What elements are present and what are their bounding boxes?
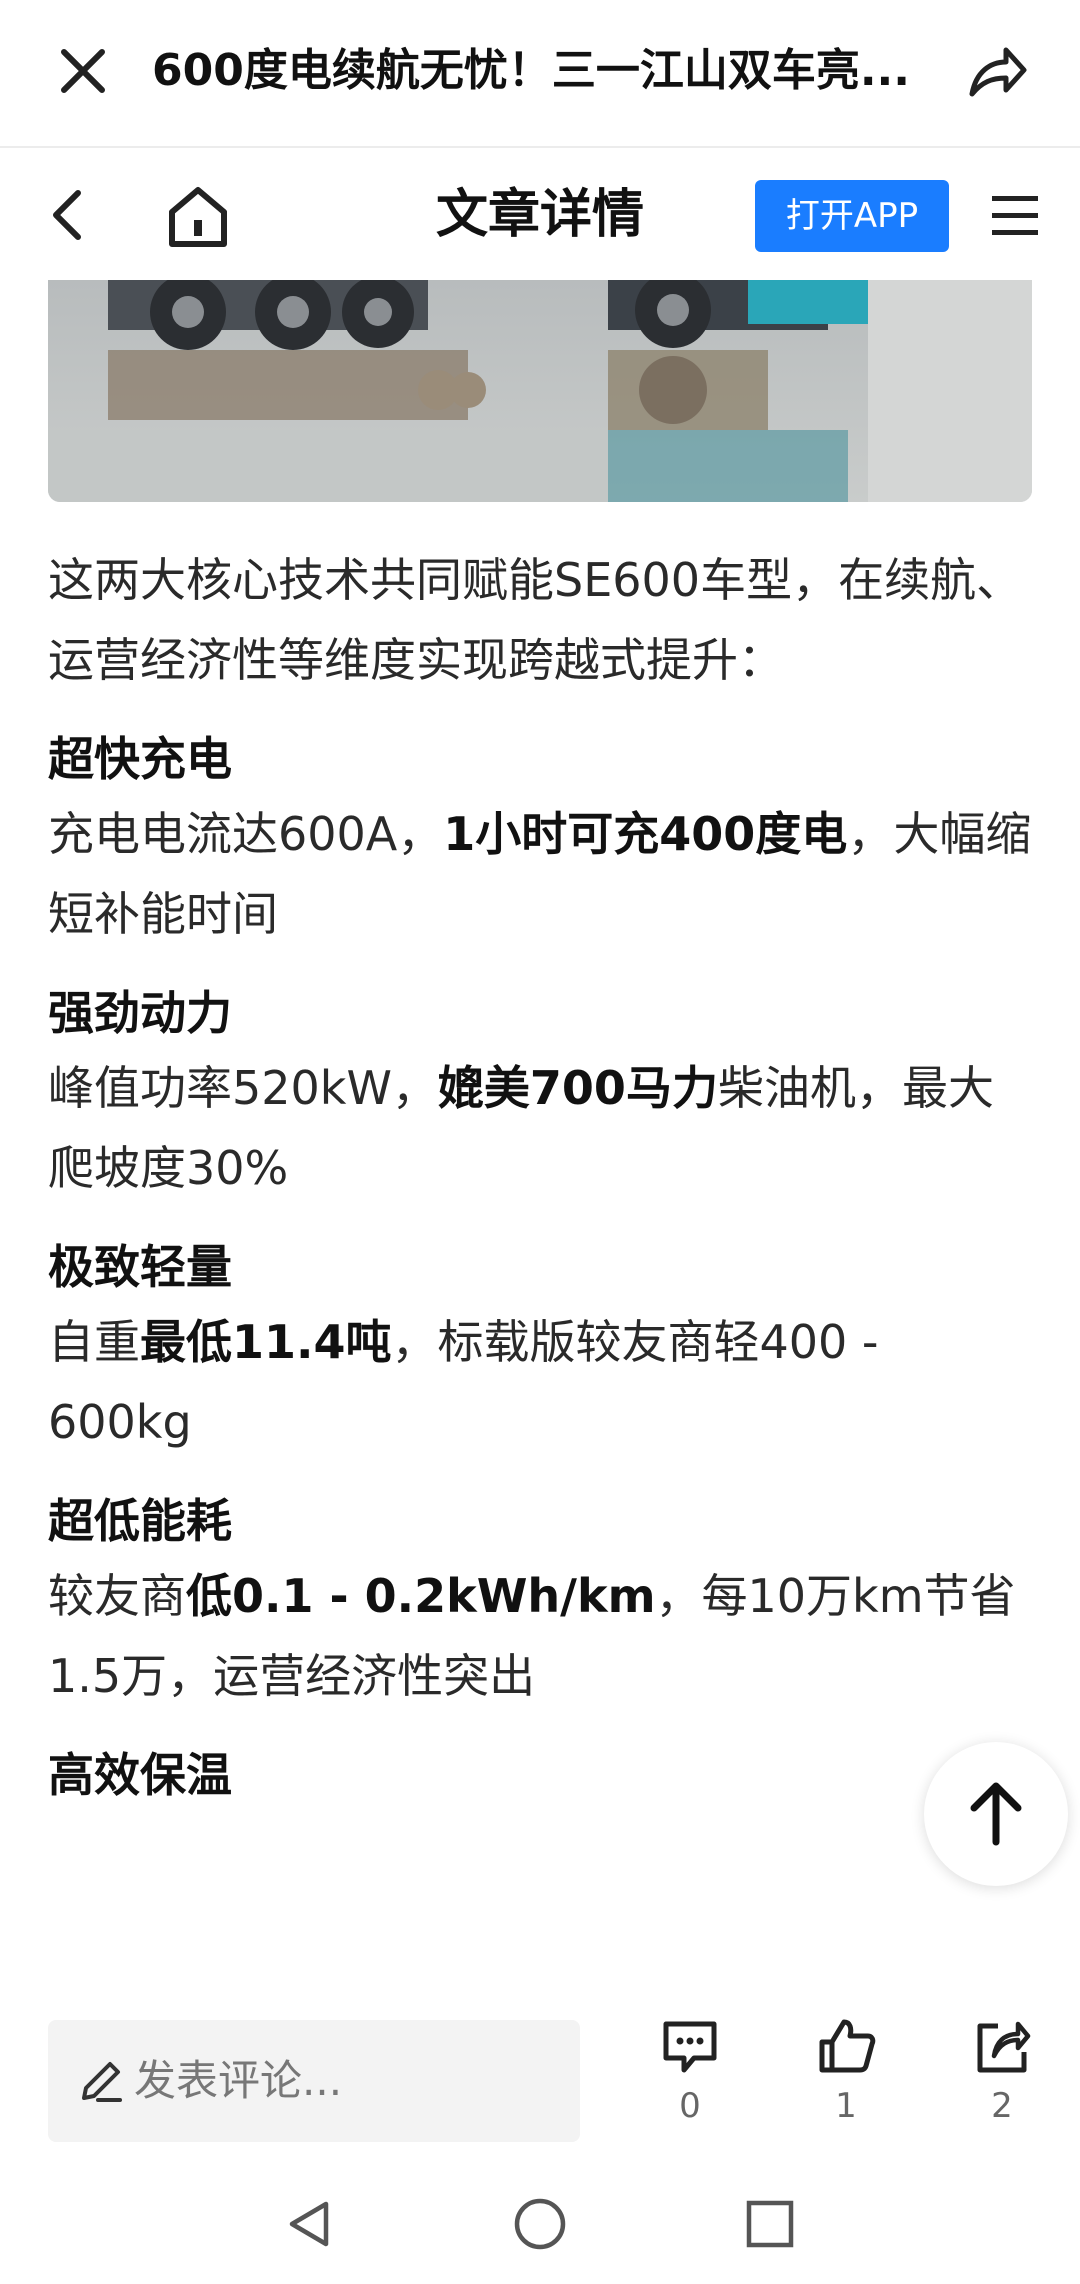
- article-body: 这两大核心技术共同赋能SE600车型，在续航、运营经济性等维度实现跨越式提升： …: [48, 540, 1032, 1834]
- nav-home-icon[interactable]: [512, 2196, 568, 2252]
- article-image: [48, 280, 1032, 502]
- close-icon[interactable]: [50, 38, 116, 104]
- share-arrow-icon[interactable]: [962, 36, 1032, 106]
- section-lightweight: 极致轻量 自重最低11.4吨，标载版较友商轻400 - 600kg: [48, 1232, 1032, 1462]
- arrow-up-icon: [970, 1782, 1022, 1846]
- comment-button[interactable]: 0: [640, 2016, 740, 2146]
- back-icon[interactable]: [38, 183, 102, 247]
- system-nav-bar: [0, 2166, 1080, 2284]
- section-insulation: 高效保温: [48, 1740, 1032, 1810]
- page-title: 文章详情: [435, 185, 644, 245]
- article-header: 文章详情 打开APP: [0, 150, 1080, 280]
- section-heading: 高效保温: [48, 1748, 232, 1802]
- nav-recents-icon[interactable]: [742, 2196, 798, 2252]
- menu-icon[interactable]: [990, 188, 1040, 244]
- section-power: 强劲动力 峰值功率520kW，媲美700马力柴油机，最大爬坡度30%: [48, 978, 1032, 1208]
- section-heading: 超快充电: [48, 732, 232, 786]
- section-text: 峰值功率520kW，媲美700马力柴油机，最大爬坡度30%: [48, 1061, 994, 1195]
- section-text: 较友商低0.1 - 0.2kWh/km，每10万km节省1.5万，运营经济性突出: [48, 1569, 1016, 1703]
- section-heading: 强劲动力: [48, 986, 232, 1040]
- nav-back-icon[interactable]: [282, 2196, 338, 2252]
- page-title-bar: 600度电续航无忧！三一江山双车亮...: [152, 45, 910, 96]
- section-text: 自重最低11.4吨，标载版较友商轻400 - 600kg: [48, 1315, 879, 1449]
- open-app-button[interactable]: 打开APP: [755, 180, 949, 252]
- home-icon[interactable]: [162, 180, 234, 252]
- section-heading: 极致轻量: [48, 1240, 232, 1294]
- thumbs-up-icon: [819, 2019, 876, 2073]
- bottom-action-bar: 发表评论... 0 1 2: [0, 1996, 1080, 2166]
- like-button[interactable]: 1: [796, 2016, 896, 2146]
- share-button[interactable]: 2: [952, 2016, 1052, 2146]
- comment-icon: [663, 2021, 717, 2073]
- comment-input[interactable]: 发表评论...: [48, 2020, 580, 2142]
- comment-placeholder: 发表评论...: [134, 2056, 343, 2105]
- browser-top-bar: 600度电续航无忧！三一江山双车亮...: [0, 0, 1080, 148]
- share-count: 2: [991, 2086, 1013, 2126]
- section-low-energy: 超低能耗 较友商低0.1 - 0.2kWh/km，每10万km节省1.5万，运营…: [48, 1486, 1032, 1716]
- comment-count: 0: [679, 2086, 701, 2126]
- section-text: 充电电流达600A，1小时可充400度电，大幅缩短补能时间: [48, 807, 1032, 941]
- section-heading: 超低能耗: [48, 1494, 232, 1548]
- section-fast-charging: 超快充电 充电电流达600A，1小时可充400度电，大幅缩短补能时间: [48, 724, 1032, 954]
- pen-icon: [82, 2062, 122, 2102]
- share-icon: [977, 2021, 1031, 2073]
- article-intro: 这两大核心技术共同赋能SE600车型，在续航、运营经济性等维度实现跨越式提升：: [48, 553, 1023, 687]
- like-count: 1: [835, 2086, 857, 2126]
- scroll-to-top-button[interactable]: [924, 1742, 1068, 1886]
